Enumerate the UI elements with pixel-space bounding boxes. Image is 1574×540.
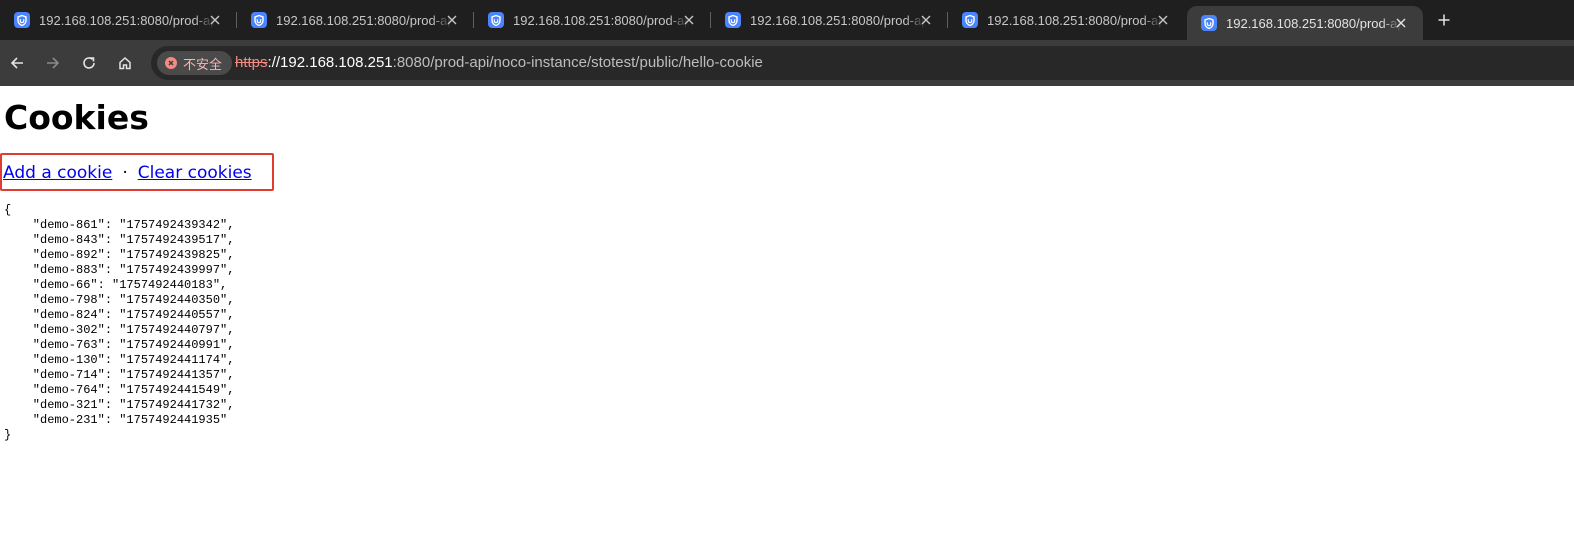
tab-title: 192.168.108.251:8080/prod-api/noco-insta… — [276, 12, 452, 28]
tab-title: 192.168.108.251:8080/prod-api/noco-insta… — [513, 12, 689, 28]
browser-toolbar: 不安全 https://192.168.108.251:8080/prod-ap… — [0, 40, 1574, 86]
reload-icon[interactable] — [77, 51, 101, 75]
url-scheme: https — [235, 54, 268, 71]
browser-tab-active[interactable]: 192.168.108.251:8080/prod-api/noco-insta… — [1187, 6, 1423, 40]
forward-arrow-icon[interactable] — [41, 51, 65, 75]
browser-tab[interactable]: 192.168.108.251:8080/prod-api/noco-insta… — [474, 0, 711, 40]
cookies-json: { "demo-861": "1757492439342", "demo-843… — [4, 203, 235, 442]
highlight-box — [0, 153, 274, 191]
shield-favicon-icon — [14, 12, 30, 28]
close-icon[interactable] — [1155, 12, 1171, 28]
warning-icon — [165, 57, 177, 69]
close-icon[interactable] — [918, 12, 934, 28]
browser-tab[interactable]: 192.168.108.251:8080/prod-api/noco-insta… — [948, 0, 1185, 40]
plus-icon[interactable] — [1432, 8, 1456, 32]
close-icon[interactable] — [444, 12, 460, 28]
page-content: Cookies Add a cookie · Clear cookies { "de… — [0, 86, 1574, 540]
url-text[interactable]: https://192.168.108.251:8080/prod-api/no… — [235, 54, 763, 71]
tab-title: 192.168.108.251:8080/prod-api/noco-insta… — [750, 12, 926, 28]
tab-strip: 192.168.108.251:8080/prod-api/noco-insta… — [0, 0, 1574, 40]
browser-tab[interactable]: 192.168.108.251:8080/prod-api/noco-insta… — [711, 0, 948, 40]
shield-favicon-icon — [725, 12, 741, 28]
url-host: ://192.168.108.251 — [267, 54, 393, 71]
close-icon[interactable] — [681, 12, 697, 28]
close-icon[interactable] — [1393, 15, 1409, 31]
page-title: Cookies — [4, 98, 149, 137]
security-chip[interactable]: 不安全 — [157, 51, 233, 75]
home-icon[interactable] — [113, 51, 137, 75]
tab-title: 192.168.108.251:8080/prod-api/noco-insta… — [39, 12, 215, 28]
url-path: :8080/prod-api/noco-instance/stotest/pub… — [392, 54, 763, 71]
shield-favicon-icon — [488, 12, 504, 28]
back-arrow-icon[interactable] — [5, 51, 29, 75]
browser-tab[interactable]: 192.168.108.251:8080/prod-api/noco-insta… — [237, 0, 474, 40]
tab-title: 192.168.108.251:8080/prod-api/noco-insta… — [987, 12, 1163, 28]
close-icon[interactable] — [207, 12, 223, 28]
tab-title: 192.168.108.251:8080/prod-api/noco-insta… — [1226, 15, 1402, 31]
shield-favicon-icon — [962, 12, 978, 28]
address-bar[interactable]: 不安全 https://192.168.108.251:8080/prod-ap… — [151, 46, 1574, 80]
browser-tab[interactable]: 192.168.108.251:8080/prod-api/noco-insta… — [0, 0, 237, 40]
shield-favicon-icon — [1201, 15, 1217, 31]
shield-favicon-icon — [251, 12, 267, 28]
security-label: 不安全 — [183, 56, 223, 72]
